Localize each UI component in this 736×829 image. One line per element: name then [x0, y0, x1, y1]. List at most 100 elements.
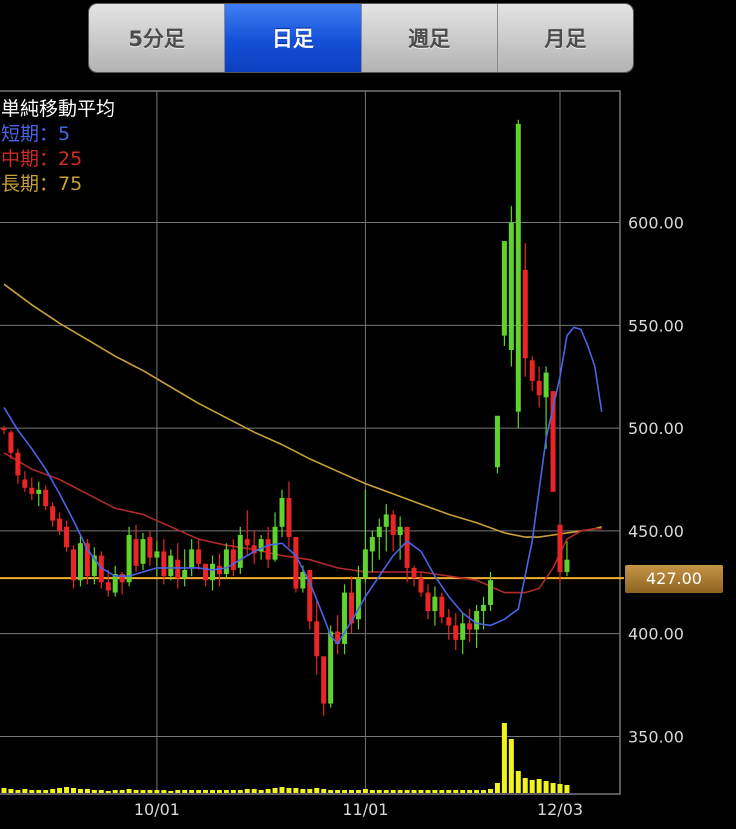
volume-bar [91, 790, 97, 793]
volume-bar [272, 788, 278, 793]
candle-down [203, 563, 209, 581]
current-price-tag: 427.00 [625, 565, 723, 593]
candle-down [453, 625, 459, 640]
candle-down [147, 537, 153, 558]
candle-down [15, 452, 21, 476]
volume-bar [564, 785, 570, 793]
volume-bar [418, 790, 424, 793]
volume-bar [119, 790, 125, 793]
volume-bar [98, 790, 104, 793]
volume-bar [279, 787, 285, 793]
volume-bar [293, 788, 299, 793]
candle-up [564, 559, 570, 572]
moving-average-legend: 単純移動平均 短期：5 中期：25 長期：75 [1, 97, 115, 197]
volume-bar [84, 789, 90, 793]
volume-bar [154, 790, 160, 793]
candle-down [557, 524, 563, 572]
candle-down [529, 360, 535, 381]
candle-down [230, 549, 236, 570]
volume-bar [286, 788, 292, 793]
volume-bar [216, 790, 222, 793]
volume-bar [536, 779, 542, 793]
candle-up [328, 631, 334, 704]
x-tick-label: 12/03 [537, 800, 583, 819]
volume-bar [77, 789, 83, 793]
candle-up [154, 551, 160, 558]
candle-down [321, 656, 327, 704]
candle-down [293, 537, 299, 589]
candle-up [300, 572, 306, 589]
volume-bar [175, 790, 181, 793]
volume-bar [355, 790, 361, 793]
volume-bar [189, 790, 195, 793]
volume-bar [508, 739, 514, 793]
volume-bar [8, 789, 14, 793]
legend-long-ma: 長期：75 [1, 173, 83, 195]
candle-down [439, 596, 445, 618]
candle-down [43, 489, 49, 507]
candle-down [536, 380, 542, 396]
candle-down [105, 582, 111, 591]
volume-bar [15, 790, 21, 793]
volume-bar [210, 790, 215, 793]
legend-short-ma: 短期：5 [1, 123, 71, 145]
candle-down [196, 549, 202, 564]
candle-up [182, 569, 188, 579]
candle-up [237, 535, 243, 568]
candle-up [369, 537, 375, 552]
volume-bar [182, 790, 188, 793]
legend-mid-ma: 中期：25 [1, 148, 83, 170]
volume-bar [147, 790, 153, 793]
candle-up [189, 549, 195, 568]
volume-bar [529, 780, 535, 793]
volume-bar [369, 790, 375, 793]
candle-up [362, 549, 368, 579]
volume-bar [342, 790, 348, 793]
candle-down [265, 539, 271, 560]
candle-down [64, 526, 70, 548]
volume-bar [321, 789, 327, 793]
volume-bar [515, 771, 521, 793]
candle-up [432, 596, 438, 612]
candle-down [8, 432, 14, 453]
candle-up [36, 489, 42, 494]
candle-down [286, 498, 292, 538]
candle-down [119, 574, 125, 583]
volume-bar [550, 783, 556, 793]
volume-bar [161, 790, 167, 793]
volume-bar [203, 790, 209, 793]
volume-bar [425, 790, 431, 793]
volume-bar [404, 790, 410, 793]
volume-bar [446, 790, 452, 793]
candle-up [474, 611, 480, 630]
volume-bar [432, 790, 438, 793]
volume-bar [126, 789, 132, 793]
volume-bar [22, 789, 28, 793]
ma-short-line [3, 326, 603, 646]
volume-bar [453, 790, 459, 793]
candle-down [133, 539, 139, 566]
candle-down [175, 559, 181, 579]
y-tick-label: 500.00 [628, 419, 684, 438]
volume-bar [1, 788, 7, 793]
volume-bar [481, 790, 487, 793]
candle-down [446, 617, 452, 626]
candle-up [488, 580, 493, 605]
candle-up [543, 372, 549, 398]
volume-bar [300, 789, 306, 793]
y-tick-label: 450.00 [628, 522, 684, 541]
volume-bar [439, 790, 445, 793]
candle-down [404, 526, 410, 568]
volume-bar [237, 790, 243, 793]
candle-down [57, 518, 63, 531]
candle-up [140, 539, 146, 564]
volume-bar [494, 783, 500, 793]
volume-bar [258, 790, 264, 793]
candle-down [50, 506, 56, 521]
volume-bar [390, 790, 396, 793]
candle-up [515, 123, 521, 412]
volume-bar [376, 790, 382, 793]
volume-bar [314, 788, 320, 793]
volume-bar [223, 790, 229, 793]
candle-down [29, 487, 35, 494]
